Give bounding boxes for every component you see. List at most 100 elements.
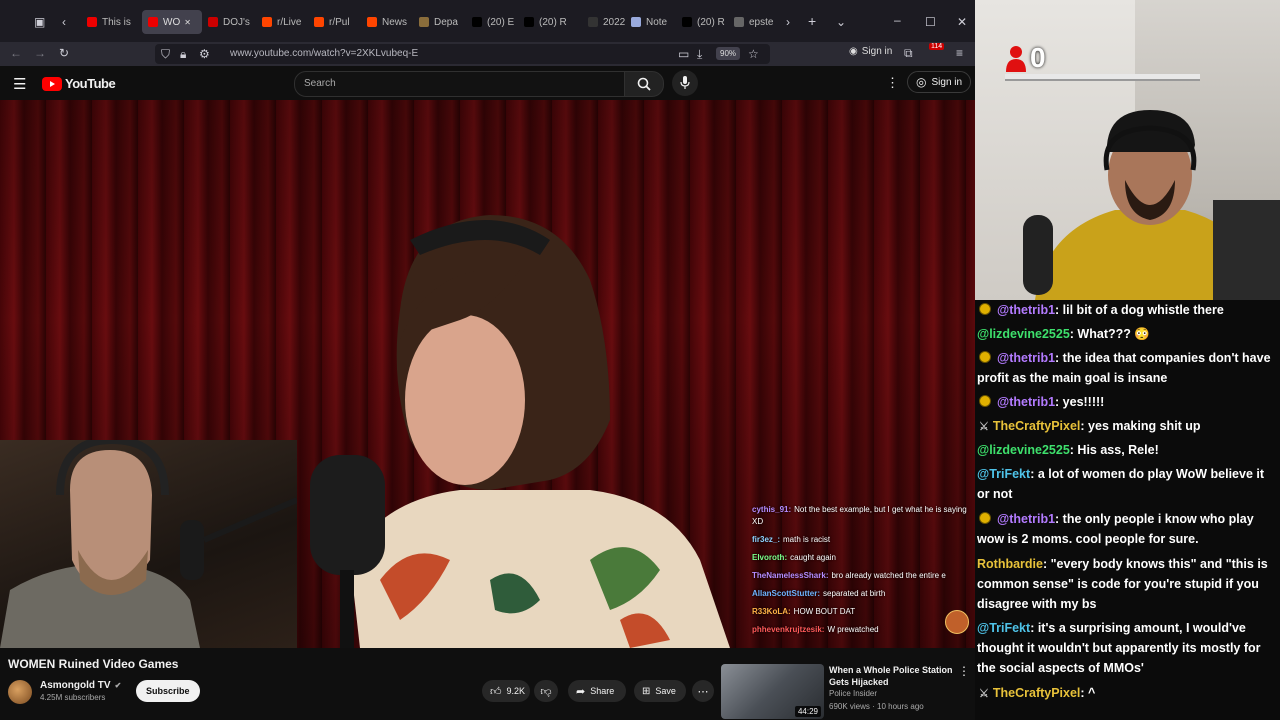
overlay-chat-user: cythis_91:: [752, 505, 792, 514]
browser-tab[interactable]: This is: [87, 10, 133, 34]
more-options-icon[interactable]: ⋮: [886, 75, 899, 91]
sword-badge-icon: ⚔: [979, 421, 989, 433]
chat-username: TheCraftyPixel: [992, 419, 1081, 433]
verified-icon: ✔: [114, 681, 122, 690]
browser-tab[interactable]: Depa: [419, 10, 465, 34]
more-actions-button[interactable]: ⋯: [692, 680, 714, 702]
chat-message: Rothbardie: "every body knows this" and …: [977, 554, 1275, 614]
maximize-icon[interactable]: ☐: [925, 16, 936, 28]
reload-icon[interactable]: ↻: [59, 47, 69, 59]
thumbs-up-icon: 👍︎: [490, 685, 502, 698]
tab-favicon-icon: [682, 17, 692, 27]
search-box[interactable]: Search: [294, 71, 626, 97]
youtube-logo[interactable]: YouTube: [42, 76, 116, 91]
overlay-chat-message: cythis_91: Not the best example, but I ge…: [752, 504, 972, 528]
lock-icon[interactable]: 🔒︎: [180, 48, 186, 60]
overlay-chat-message: fir3ez_: math is racist: [752, 534, 972, 546]
menu-icon[interactable]: ≡: [956, 47, 963, 59]
tab-favicon-icon: [734, 17, 744, 27]
recommendation-channel[interactable]: Police Insider: [829, 689, 877, 698]
chat-username: @thetrib1: [997, 512, 1056, 526]
sword-badge-icon: ⚔: [979, 688, 989, 700]
hamburger-menu-icon[interactable]: ☰: [13, 75, 26, 93]
channel-avatar[interactable]: [8, 680, 32, 704]
shelf: [1005, 74, 1200, 81]
tab-label: Depa: [434, 16, 458, 28]
forward-icon[interactable]: →: [34, 47, 46, 59]
tab-favicon-icon: [419, 17, 429, 27]
recommendation-title[interactable]: When a Whole Police Station Gets Hijacke…: [829, 664, 957, 688]
browser-tab[interactable]: r/Pul: [314, 10, 360, 34]
back-icon[interactable]: ←: [10, 47, 22, 59]
share-icon: ➦: [576, 685, 586, 698]
guest-figure: [310, 215, 730, 648]
channel-name-group[interactable]: Asmongold TV ✔: [40, 680, 121, 691]
browser-tab[interactable]: (20) R: [524, 10, 570, 34]
browser-tab[interactable]: DOJ's: [208, 10, 254, 34]
chat-text: : lil bit of a dog whistle there: [1055, 303, 1224, 317]
browser-account-button[interactable]: ◉ Sign in: [849, 46, 892, 57]
minimize-icon[interactable]: –: [894, 14, 901, 26]
permissions-icon[interactable]: ⚙: [199, 48, 210, 60]
channel-name[interactable]: Asmongold TV: [40, 680, 111, 691]
stream-webcam: 0: [975, 0, 1280, 300]
shield-icon[interactable]: ⛉: [161, 48, 170, 60]
search-button[interactable]: [624, 71, 664, 97]
browser-tab[interactable]: 2022: [588, 10, 634, 34]
zoom-level-badge[interactable]: 90%: [716, 47, 741, 60]
tab-favicon-icon: [262, 17, 272, 27]
tab-label: WO: [163, 16, 181, 28]
save-button[interactable]: ⊞ Save: [634, 680, 686, 702]
chat-username: @thetrib1: [997, 395, 1056, 409]
tab-label: r/Pul: [329, 16, 350, 28]
tab-scroll-right-icon[interactable]: ›: [786, 16, 790, 28]
tab-favicon-icon: [631, 17, 641, 27]
dislike-button[interactable]: 👎︎: [534, 680, 558, 702]
bookmark-star-icon[interactable]: ☆: [748, 48, 759, 60]
overlay-chat-message: AllanScottStutter: separated at birth: [752, 588, 972, 600]
recommendation-thumbnail[interactable]: 44:29: [721, 664, 824, 719]
tab-label: DOJ's: [223, 16, 250, 28]
tab-close-icon[interactable]: ✕: [184, 18, 191, 27]
url-text[interactable]: www.youtube.com/watch?v=2XKLvubeq-E: [230, 48, 418, 59]
youtube-signin-button[interactable]: ◎ Sign in: [907, 71, 972, 93]
voice-search-button[interactable]: [672, 70, 698, 96]
tab-list-icon[interactable]: ⌄: [836, 16, 846, 28]
extension-badge: 114: [929, 43, 945, 50]
browser-tab[interactable]: r/Live: [262, 10, 308, 34]
download-icon[interactable]: ⤓: [697, 48, 702, 60]
chat-message: ⚔ TheCraftyPixel: yes making shit up: [977, 416, 1275, 437]
picture-in-picture-icon[interactable]: ▭: [678, 48, 689, 60]
chat-text: : His ass, Rele!: [1069, 443, 1159, 457]
subscriber-badge-icon: [979, 512, 991, 524]
subscribe-button[interactable]: Subscribe: [136, 680, 200, 702]
tab-label: (20) R: [697, 16, 725, 28]
browser-tab[interactable]: News: [367, 10, 413, 34]
chat-message: @lizdevine2525: What??? 😳: [977, 324, 1275, 344]
browser-tab[interactable]: epste: [734, 10, 780, 34]
url-bar[interactable]: ⛉ 🔒︎ ⚙ www.youtube.com/watch?v=2XKLvubeq…: [155, 44, 770, 64]
chat-message: @thetrib1: the only people i know who pl…: [977, 509, 1275, 549]
chat-username: TheCraftyPixel: [992, 686, 1081, 700]
tab-scroll-left-icon[interactable]: ‹: [62, 16, 66, 28]
more-horizontal-icon: ⋯: [697, 685, 709, 698]
close-window-icon[interactable]: ✕: [957, 16, 967, 28]
save-label: Save: [655, 686, 676, 696]
share-button[interactable]: ➦ Share: [568, 680, 626, 702]
like-button[interactable]: 👍︎ 9.2K: [482, 680, 530, 702]
browser-tab[interactable]: (20) R: [682, 10, 728, 34]
account-icon: ◉: [849, 46, 858, 57]
extensions-icon[interactable]: ⧉: [904, 47, 913, 59]
tab-overview-icon[interactable]: ▣: [34, 16, 45, 28]
new-tab-icon[interactable]: +: [808, 14, 816, 28]
search-input[interactable]: Search: [304, 78, 336, 89]
overlay-chat-text: bro already watched the entire e: [831, 571, 946, 580]
browser-tab[interactable]: WO ✕: [142, 10, 202, 34]
video-title: WOMEN Ruined Video Games: [8, 657, 179, 671]
browser-tab[interactable]: (20) E: [472, 10, 518, 34]
tab-label: (20) E: [487, 16, 515, 28]
video-player[interactable]: cythis_91: Not the best example, but I ge…: [0, 100, 975, 648]
recommendation-menu-icon[interactable]: ⋮: [958, 664, 970, 678]
recommendation-duration: 44:29: [794, 706, 821, 717]
browser-tab[interactable]: Note: [631, 10, 677, 34]
